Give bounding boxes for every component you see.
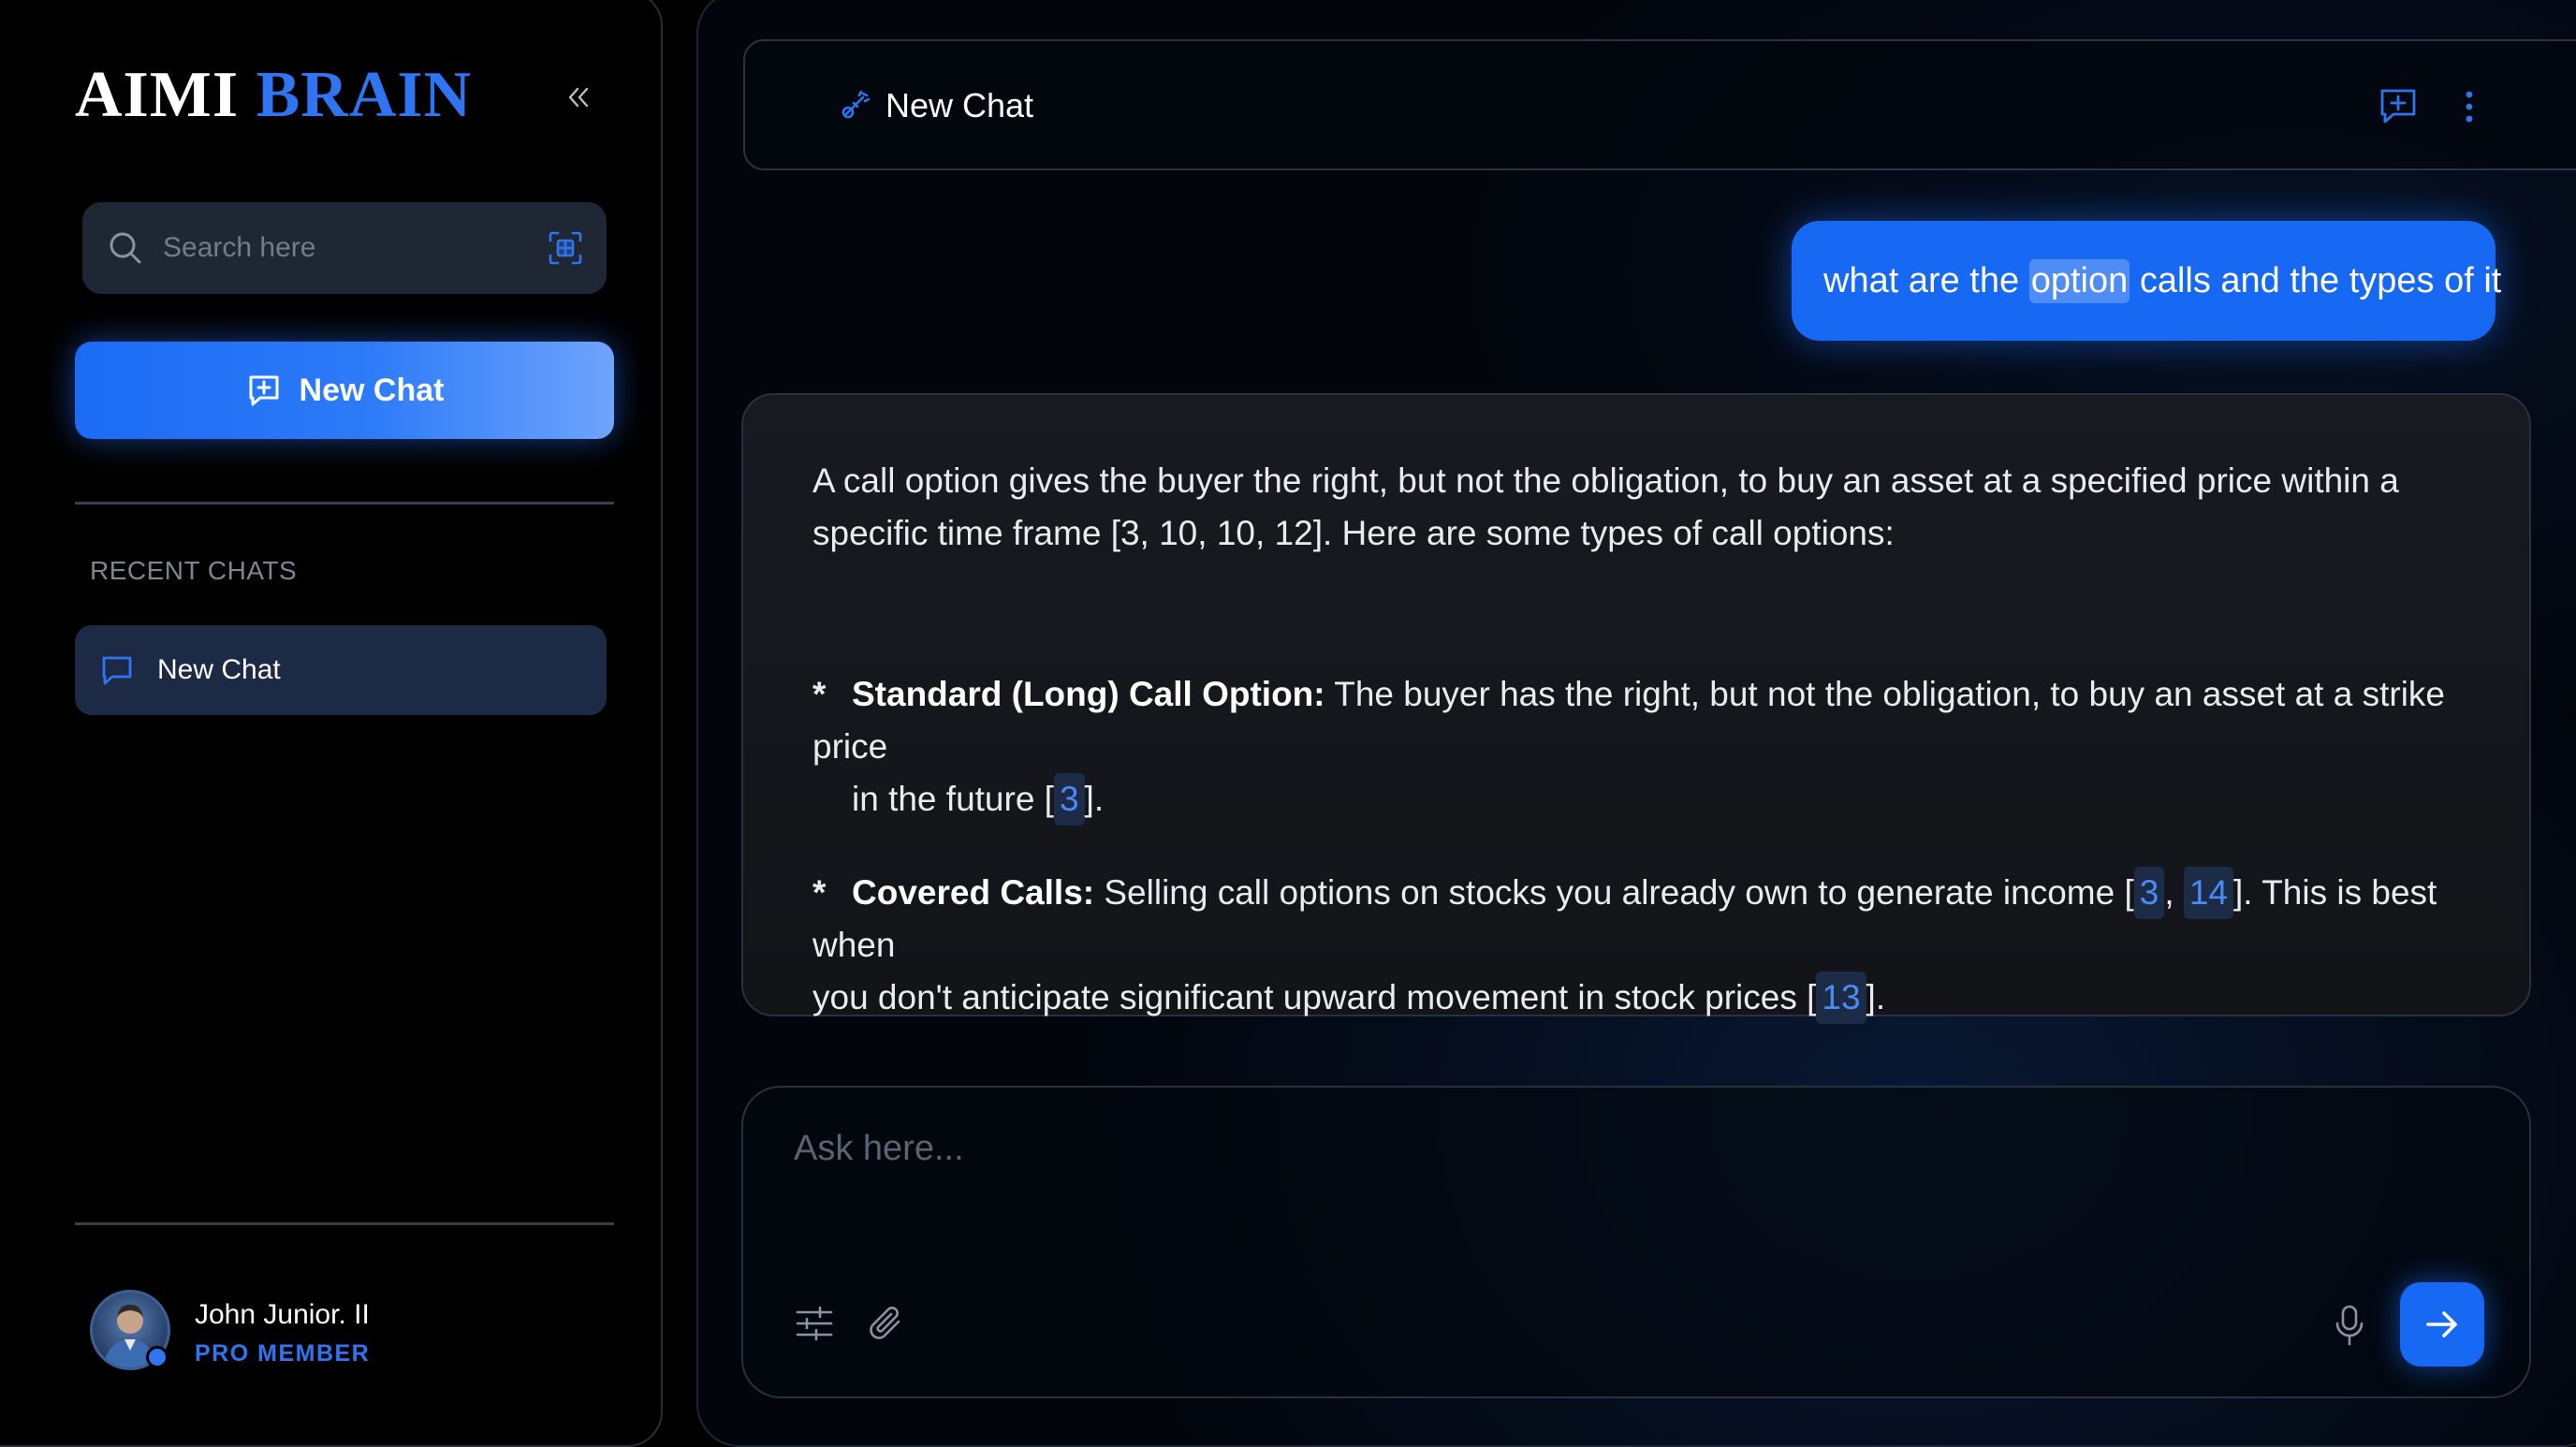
profile-name: John Junior. II [195,1299,370,1330]
list-item-text-cont: you don't anticipate significant upward … [812,978,1817,1016]
list-item: * Standard (Long) Call Option: The buyer … [812,668,2479,826]
citation-separator: , [2164,873,2184,912]
citation-link[interactable]: 3 [2133,867,2165,919]
add-chat-icon[interactable] [2378,86,2419,127]
search-box [82,202,607,294]
paperclip-icon[interactable] [865,1303,906,1344]
more-options-button[interactable] [2449,86,2490,127]
profile-role: PRO MEMBER [195,1340,371,1367]
citation-link[interactable]: 14 [2183,867,2234,919]
recent-chat-item[interactable]: New Chat [75,625,607,715]
sidebar-divider-bottom [75,1222,614,1225]
list-item-text-end: ]. [1866,978,1886,1016]
message-composer [741,1086,2531,1398]
user-message-bubble: what are the option calls and the types … [1792,221,2501,341]
list-bullet: * [812,675,827,713]
sliders-icon[interactable] [794,1303,835,1344]
citation-link[interactable]: 13 [1816,972,1866,1024]
user-message-text-after: calls and the types of it [2139,260,2502,300]
app-logo: AIMI BRAIN [75,58,472,133]
scan-icon[interactable] [547,229,584,267]
arrow-right-icon [2426,1311,2457,1337]
double-chevron-left-icon [568,87,589,108]
add-chat-icon [249,375,279,406]
list-item-text: Selling call options on stocks you alrea… [1094,873,2134,912]
sparkle-icon [842,90,871,119]
message-input[interactable] [792,1127,2196,1202]
assistant-intro-text: A call option gives the buyer the right,… [812,461,2399,552]
recent-chat-label: New Chat [157,654,281,685]
user-message-text-before: what are the [1823,260,2020,300]
assistant-message-card: A call option gives the buyer the right,… [741,393,2531,1024]
list-item-text-cont: in the future [ [852,780,1054,818]
list-item-title: Covered Calls: [852,873,1095,912]
search-icon [110,232,141,264]
list-bullet: * [812,873,827,912]
logo-text-accent: BRAIN [256,59,473,131]
list-item: * Covered Calls: Selling call options on … [812,867,2479,1024]
sidebar-divider-top [75,502,614,504]
logo-text-primary: AIMI [75,59,240,131]
list-item-title: Standard (Long) Call Option: [852,675,1325,713]
search-input[interactable] [161,225,517,271]
user-message-highlight: option [2028,258,2130,303]
chat-bubble-icon [102,656,132,685]
online-status-dot [146,1346,168,1368]
citation-link[interactable]: 3 [1053,773,1085,826]
chat-header: New Chat [743,39,2576,170]
list-item-text-end: ]. [1084,780,1105,818]
recent-chats-heading: RECENT CHATS [90,556,298,585]
chat-title: New Chat [886,86,1034,124]
more-vertical-icon [2466,91,2473,123]
send-button[interactable] [2400,1282,2484,1367]
new-chat-button[interactable]: New Chat [75,342,614,439]
collapse-sidebar-button[interactable] [558,77,599,118]
microphone-icon[interactable] [2329,1303,2370,1348]
user-profile[interactable]: John Junior. II PRO MEMBER [90,1290,614,1376]
new-chat-button-label: New Chat [299,372,445,408]
